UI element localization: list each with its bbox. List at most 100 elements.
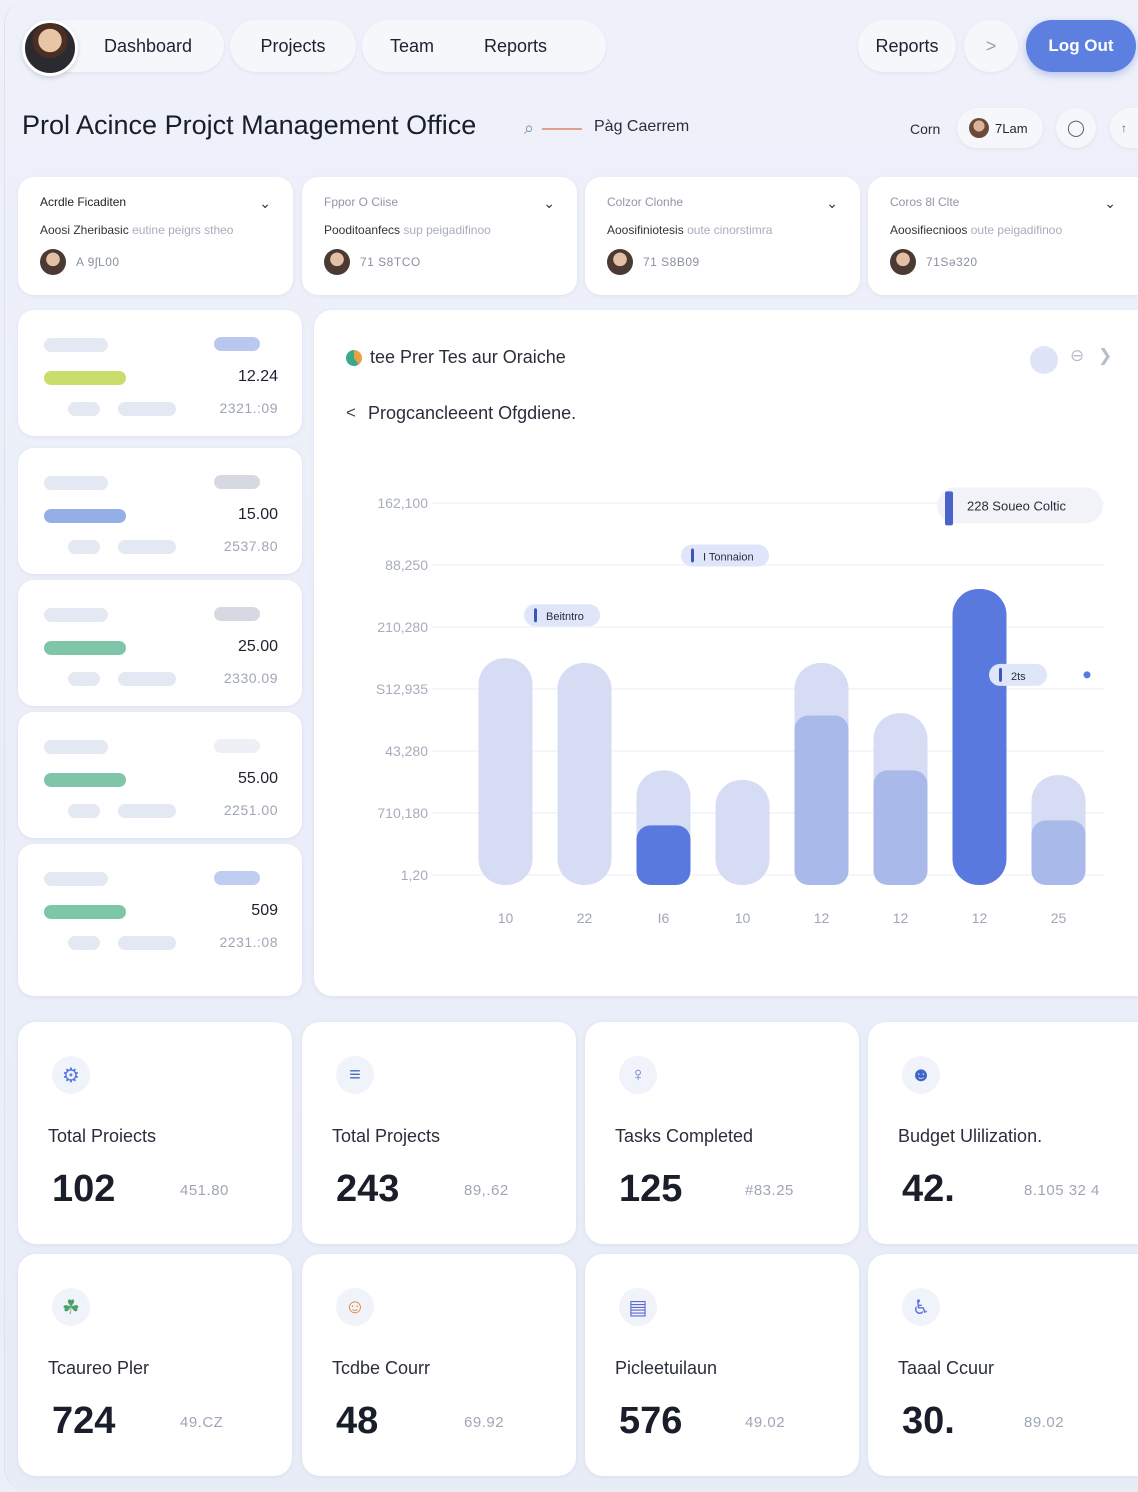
project-card[interactable]: Coros 8l Clte ⌄ Aoosifiecnioos oute peig… — [868, 177, 1138, 295]
avatar — [890, 249, 916, 275]
stat-card[interactable]: 25.00 2330.09 — [18, 580, 302, 706]
kpi-card[interactable]: ⚙ Total Proiects 102 451.80 — [18, 1022, 292, 1244]
kpi-sub: 89,.62 — [464, 1182, 509, 1199]
kpi-label: Taaal Ccuur — [898, 1358, 995, 1378]
headset-button[interactable]: ◯ — [1056, 108, 1096, 148]
placeholder-bar — [68, 540, 100, 554]
avatar — [324, 249, 350, 275]
placeholder-bar — [44, 872, 108, 886]
project-card-sub-bold: Pooditoanfecs — [324, 223, 401, 237]
annotation-marker — [691, 548, 694, 563]
chevron-down-icon[interactable]: ⌄ — [1104, 195, 1116, 212]
kpi-card[interactable]: ▤ Picleetuilaun 576 49.02 — [585, 1254, 859, 1476]
bar-fill — [1031, 820, 1086, 885]
kpi-label: Tcaureo Pler — [48, 1358, 150, 1378]
stat-tag — [214, 871, 260, 885]
y-tick-label: 43,280 — [385, 743, 428, 759]
x-tick-label: 12 — [814, 910, 830, 926]
stat-sub: 2231.:08 — [219, 934, 278, 950]
y-tick-label: 88,250 — [385, 557, 428, 573]
bar-fill — [636, 825, 691, 885]
x-tick-label: 22 — [577, 910, 593, 926]
annotation-label: 2ts — [1011, 671, 1026, 683]
kpi-card[interactable]: ♀ Tasks Completed 125 #83.25 — [585, 1022, 859, 1244]
placeholder-bar — [118, 540, 176, 554]
x-tick-label: I6 — [658, 910, 670, 926]
placeholder-bar — [118, 672, 176, 686]
placeholder-bar — [68, 804, 100, 818]
nav-group-secondary: Team Reports — [362, 20, 606, 72]
kpi-sub: 69.92 — [464, 1414, 505, 1431]
placeholder-bar — [44, 740, 108, 754]
placeholder-bar — [118, 402, 176, 416]
kpi-label: Tcdbe Courr — [332, 1358, 431, 1378]
stat-card[interactable]: 12.24 2321.:09 — [18, 310, 302, 436]
person-icon: ☺ — [336, 1288, 374, 1326]
search-icon[interactable]: ⌕ — [524, 118, 534, 139]
kpi-label: Total Proiects — [48, 1126, 157, 1146]
stat-tag — [214, 337, 260, 351]
kpi-value: 724 — [52, 1400, 116, 1442]
title-divider — [542, 128, 582, 130]
x-tick-label: 12 — [893, 910, 909, 926]
plant-icon: ☘ — [52, 1288, 90, 1326]
project-card-header: Colzor Clonhe — [607, 195, 684, 209]
kpi-card[interactable]: ♿ Taaal Ccuur 30. 89.02 — [868, 1254, 1138, 1476]
kpi-card[interactable]: ☺ Tcdbe Courr 48 69.92 — [302, 1254, 576, 1476]
team-icon: ♿ — [902, 1288, 940, 1326]
project-card-sub: Aoosi Zheribasic eutine peigrs stheo — [40, 223, 271, 237]
kpi-sub: 49.02 — [745, 1414, 786, 1431]
stat-accent-bar — [44, 905, 126, 919]
kpi-label: Budget Ulilization. — [898, 1126, 1043, 1146]
project-card[interactable]: Fppor O Ciise ⌄ Pooditoanfecs sup peigad… — [302, 177, 577, 295]
kpi-card[interactable]: ☻ Budget Ulilization. 42. 8.105 32 4 — [868, 1022, 1138, 1244]
project-card-row: A 9ʃL00 — [40, 249, 271, 275]
stat-card[interactable]: 15.00 2537.80 — [18, 448, 302, 574]
stat-sub: 2330.09 — [223, 670, 278, 686]
user-avatar[interactable] — [22, 20, 78, 76]
kpi-value: 125 — [619, 1168, 683, 1210]
chevron-down-icon[interactable]: ⌄ — [826, 195, 838, 212]
project-card-header: Acrdle Ficaditen — [40, 195, 127, 209]
nav-projects[interactable]: Projects — [230, 20, 356, 72]
stat-value: 25.00 — [237, 638, 278, 655]
stat-tag — [214, 607, 260, 621]
project-card[interactable]: Colzor Clonhe ⌄ Aoosifiniotesis oute cin… — [585, 177, 860, 295]
project-card-sub-light: eutine peigrs stheo — [132, 223, 234, 237]
kpi-card[interactable]: ≡ Total Projects 243 89,.62 — [302, 1022, 576, 1244]
project-card[interactable]: Acrdle Ficaditen ⌄ Aoosi Zheribasic euti… — [18, 177, 293, 295]
avatar — [607, 249, 633, 275]
nav-reports[interactable]: Reports — [484, 36, 547, 57]
stat-value: 509 — [251, 902, 278, 919]
project-card-row: 71Sə320 — [890, 249, 1116, 275]
kpi-sub: 89.02 — [1024, 1414, 1065, 1431]
bar-fill — [794, 715, 849, 885]
chevron-down-icon[interactable]: ⌄ — [543, 195, 555, 212]
kpi-label: Tasks Completed — [615, 1126, 754, 1146]
chevron-right-icon: > — [985, 35, 997, 56]
stat-card[interactable]: 55.00 2251.00 — [18, 712, 302, 838]
project-card-sub-light: sup peigadifinoo — [403, 223, 491, 237]
project-card-sub: Pooditoanfecs sup peigadifinoo — [324, 223, 555, 237]
x-tick-label: 10 — [498, 910, 514, 926]
team-chip[interactable]: 7Lam — [957, 108, 1043, 148]
logout-button[interactable]: Log Out — [1026, 20, 1136, 72]
project-card-sub: Aoosifiniotesis oute cinorstimra — [607, 223, 838, 237]
kpi-card[interactable]: ☘ Tcaureo Pler 724 49.CZ — [18, 1254, 292, 1476]
nav-next-button[interactable]: > — [964, 20, 1018, 72]
x-tick-label: 25 — [1051, 910, 1067, 926]
nav-dashboard[interactable]: Dashboard — [104, 36, 192, 57]
nav-team[interactable]: Team — [390, 36, 434, 57]
placeholder-bar — [44, 338, 108, 352]
placeholder-bar — [118, 936, 176, 950]
nav-projects-label: Projects — [260, 35, 326, 56]
annotation-label: I Tonnaion — [703, 552, 754, 564]
annotation-dot — [1083, 671, 1091, 679]
nav-reports-right[interactable]: Reports — [858, 20, 956, 72]
kpi-value: 243 — [336, 1168, 400, 1210]
placeholder-bar — [44, 608, 108, 622]
chevron-down-icon[interactable]: ⌄ — [259, 195, 271, 212]
kpi-sub: 8.105 32 4 — [1024, 1182, 1100, 1199]
stat-card[interactable]: 509 2231.:08 — [18, 844, 302, 996]
bar-chart: 162,100 88,250 210,280 S12,935 43,280 710,180… — [376, 487, 1104, 926]
